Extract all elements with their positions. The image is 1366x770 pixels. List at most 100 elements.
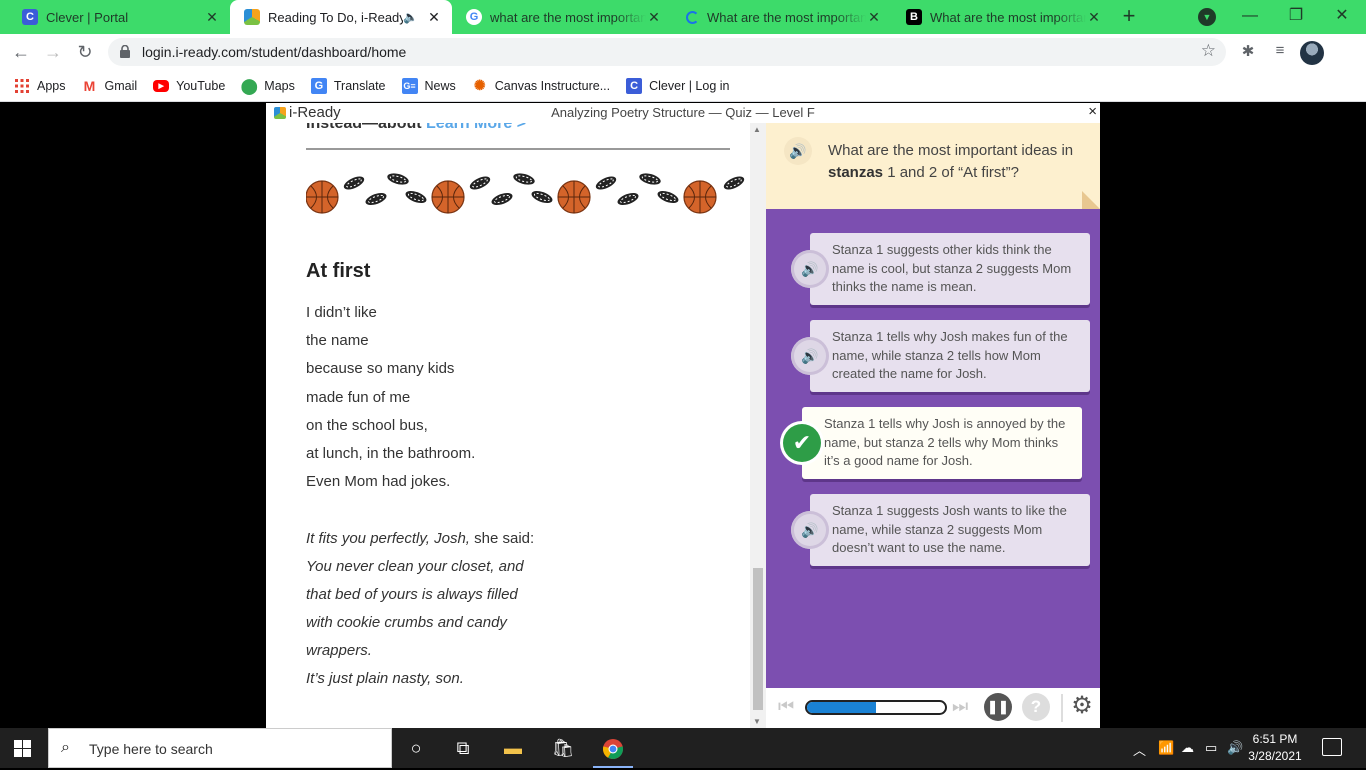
minimize-button[interactable]: —	[1230, 4, 1270, 28]
answer-choice-4[interactable]: 🔊 Stanza 1 suggests Josh wants to like t…	[791, 494, 1090, 566]
bookmark-star-icon[interactable]: ☆	[1201, 41, 1216, 61]
taskbar-search-box[interactable]: ⌕ Type here to search	[48, 728, 392, 768]
close-window-button[interactable]: ✕	[1322, 4, 1362, 28]
bookmark-maps[interactable]: ⬤ Maps	[241, 78, 295, 95]
tab-google-search[interactable]: G what are the most important ✕	[452, 0, 672, 34]
poem-line-italic: wrappers.	[306, 642, 372, 660]
tab-brainly[interactable]: B What are the most important ✕	[892, 0, 1112, 34]
bookmark-canvas[interactable]: ✺ Canvas Instructure...	[472, 77, 610, 94]
notification-center-icon[interactable]	[1322, 738, 1342, 756]
bookmark-label: Clever | Log in	[649, 78, 730, 93]
pause-button[interactable]: ❚❚	[984, 693, 1012, 721]
tab-title: Clever | Portal	[46, 9, 129, 25]
poem-line: that bed of yours is always filled	[306, 581, 534, 609]
question-prefix: What are the most important ideas in	[828, 142, 1074, 159]
tab-iready[interactable]: Reading To Do, i-Ready 🔈 ✕	[230, 0, 452, 34]
poem-line: I didn’t like	[306, 304, 377, 321]
reading-pane[interactable]: Instead—about Learn More > At first I di…	[266, 123, 750, 728]
scroll-up-icon[interactable]: ▲	[753, 125, 761, 134]
clipped-link[interactable]: Learn More >	[426, 123, 526, 132]
cortana-icon[interactable]: ○	[393, 732, 439, 768]
poem-line-italic: You never clean your closet, and	[306, 557, 524, 575]
bookmark-news[interactable]: G≡ News	[401, 77, 456, 94]
skip-back-icon[interactable]: ⏮	[778, 696, 794, 717]
bookmark-apps[interactable]: Apps	[14, 78, 66, 94]
question-panel: 🔊 What are the most important ideas in s…	[766, 123, 1100, 688]
clock-time: 6:51 PM	[1252, 732, 1298, 746]
close-lesson-button[interactable]: ×	[1088, 103, 1097, 120]
bookmark-clever[interactable]: C Clever | Log in	[626, 77, 730, 94]
checkmark-icon: ✔	[783, 423, 821, 462]
poem-line: Even Mom had jokes.	[306, 473, 451, 491]
tab-strip: C Clever | Portal ✕ Reading To Do, i-Rea…	[0, 0, 1366, 34]
answer-choice-2[interactable]: 🔊 Stanza 1 tells why Josh makes fun of t…	[791, 320, 1090, 392]
windows-start-icon[interactable]	[14, 740, 31, 757]
close-tab-icon[interactable]: ✕	[426, 9, 442, 26]
task-view-icon[interactable]: ⧉	[440, 732, 486, 768]
answer-choice-1[interactable]: 🔊 Stanza 1 suggests other kids think the…	[791, 233, 1090, 305]
answer-speaker-icon[interactable]: 🔊	[791, 336, 829, 375]
close-tab-icon[interactable]: ✕	[646, 9, 662, 26]
question-card: 🔊 What are the most important ideas in s…	[766, 123, 1100, 209]
new-tab-button[interactable]: +	[1116, 4, 1142, 30]
restore-button[interactable]: ❐	[1276, 4, 1316, 28]
media-control-icon[interactable]: ≡	[1270, 42, 1290, 62]
help-button[interactable]: ?	[1022, 693, 1050, 721]
player-controls: ⏮ ⏭ ❚❚ ? ⚙	[766, 688, 1100, 728]
windows-taskbar: ⌕ Type here to search ○ ⧉ ▬ 🛍 ︿ 📶 ☁ ▭ 🔊 …	[0, 728, 1366, 768]
scrollbar-thumb[interactable]	[753, 568, 763, 710]
address-bar[interactable]: login.i-ready.com/student/dashboard/home…	[108, 38, 1226, 66]
tab-title: Reading To Do, i-Ready	[268, 9, 404, 25]
bookmark-label: Apps	[37, 78, 66, 93]
answer-speaker-icon[interactable]: 🔊	[791, 510, 829, 549]
poem-line: because so many kids	[306, 360, 455, 378]
close-tab-icon[interactable]: ✕	[204, 9, 220, 26]
divider	[1061, 694, 1063, 722]
tab-search-icon[interactable]: ▼	[1198, 8, 1216, 26]
poem-line-italic: It’s just plain nasty, son.	[306, 670, 464, 688]
forward-arrow-icon[interactable]: →	[40, 40, 66, 66]
skip-forward-icon[interactable]: ⏭	[952, 696, 968, 717]
browser-toolbar: ← → ↻ login.i-ready.com/student/dashboar…	[0, 34, 1366, 70]
answer-speaker-icon[interactable]: 🔊	[791, 249, 829, 288]
bookmark-translate[interactable]: G Translate	[310, 77, 386, 94]
close-tab-icon[interactable]: ✕	[866, 9, 882, 26]
poem-line-italic: It fits you perfectly, Josh,	[306, 529, 470, 547]
reload-icon[interactable]: ↻	[72, 40, 98, 66]
settings-gear-icon[interactable]: ⚙	[1068, 692, 1096, 720]
page-fold-corner	[1082, 191, 1100, 209]
reading-scrollbar[interactable]: ▲ ▼	[750, 123, 766, 728]
scroll-down-icon[interactable]: ▼	[753, 717, 761, 726]
answer-text: Stanza 1 suggests other kids think the n…	[832, 242, 1072, 295]
profile-avatar[interactable]	[1300, 41, 1324, 65]
audio-playing-icon[interactable]: 🔈	[403, 10, 418, 24]
bookmark-label: Maps	[264, 78, 295, 93]
file-explorer-icon[interactable]: ▬	[490, 732, 536, 768]
poem-line: the name	[306, 332, 369, 350]
brainly-icon: B	[906, 9, 922, 25]
read-aloud-speaker-icon[interactable]: 🔊	[784, 137, 812, 165]
apps-grid-icon	[14, 78, 30, 94]
tab-clever-portal[interactable]: C Clever | Portal ✕	[8, 0, 230, 34]
bookmark-gmail[interactable]: M Gmail	[82, 78, 138, 94]
basketball-footprints-decoration	[306, 171, 747, 214]
back-arrow-icon[interactable]: ←	[8, 40, 34, 66]
network-icon[interactable]: 📶	[1158, 740, 1174, 756]
chrome-taskbar-icon[interactable]	[590, 732, 636, 768]
close-tab-icon[interactable]: ✕	[1086, 9, 1102, 26]
show-hidden-icons-chevron-icon[interactable]: ︿	[1133, 740, 1146, 759]
answer-text: Stanza 1 suggests Josh wants to like the…	[832, 503, 1067, 556]
tab-loading[interactable]: What are the most important ✕	[672, 0, 892, 34]
extensions-icon[interactable]: ✱	[1238, 42, 1258, 62]
onedrive-icon[interactable]: ☁	[1181, 740, 1194, 756]
system-clock[interactable]: 6:51 PM 3/28/2021	[1240, 731, 1310, 765]
microsoft-store-icon[interactable]: 🛍	[540, 732, 586, 768]
poem-line-plain: she said:	[469, 529, 535, 547]
answer-choice-3-selected[interactable]: ✔ Stanza 1 tells why Josh is annoyed by …	[783, 407, 1082, 479]
bookmark-label: YouTube	[176, 78, 226, 93]
translate-icon: G	[310, 77, 327, 94]
poem-line: wrappers.	[306, 637, 534, 665]
battery-icon[interactable]: ▭	[1205, 740, 1217, 756]
bookmark-youtube[interactable]: ▶ YouTube	[153, 79, 225, 93]
bookmark-label: News	[424, 78, 456, 93]
